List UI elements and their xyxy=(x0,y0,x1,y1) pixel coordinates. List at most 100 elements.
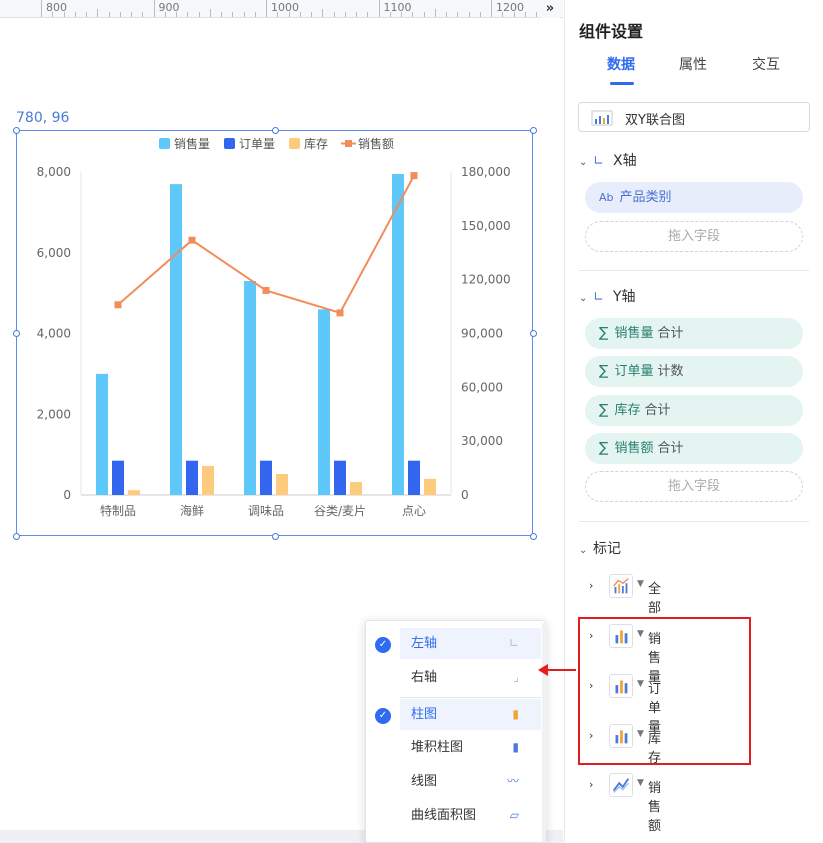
resize-handle-br[interactable] xyxy=(530,533,537,540)
ruler-tick xyxy=(97,9,99,17)
chart-type-selector[interactable]: 双Y联合图 xyxy=(578,102,810,132)
dropdown-caret-icon[interactable]: ▼ xyxy=(637,778,644,788)
legend-label: 销售额 xyxy=(358,136,394,151)
x-axis-field[interactable]: Ab 产品类别 xyxy=(585,182,803,213)
y-field-sales-volume[interactable]: ∑ 销售量 合计 xyxy=(585,318,803,349)
tab-interaction[interactable]: 交互 xyxy=(752,54,780,74)
menu-items: ✓ 左轴 ∟ 右轴 ⌟ ✓ 柱图 ▮ 堆积柱图 ▮ 线图 〰 曲线面积图 ▱ xyxy=(365,620,546,843)
y-field-sales-amount[interactable]: ∑ 销售额 合计 xyxy=(585,433,803,464)
y-right-tick-label: 30,000 xyxy=(461,434,503,448)
ruler-tick xyxy=(479,12,481,17)
menu-item-bar[interactable]: 柱图 ▮ xyxy=(400,699,541,730)
point-销售额 xyxy=(188,236,196,244)
chevron-down-icon: ⌄ xyxy=(579,157,588,168)
ruler-label: 800 xyxy=(46,1,67,14)
ruler-tick xyxy=(378,0,380,17)
resize-handle-bl[interactable] xyxy=(13,533,20,540)
y-right-tick-label: 180,000 xyxy=(461,165,511,179)
position-readout: 780, 96 xyxy=(16,110,70,126)
x-tick-label: 谷类/麦片 xyxy=(314,504,366,518)
y-right-tick-label: 90,000 xyxy=(461,327,503,341)
x-tick-label: 特制品 xyxy=(100,503,136,518)
ruler-tick xyxy=(536,12,537,17)
ruler-label: 1200 xyxy=(496,1,524,14)
field-agg: 合计 xyxy=(657,441,684,456)
field-name: 销售量 xyxy=(614,326,654,341)
resize-handle-r[interactable] xyxy=(530,330,537,337)
y-right-tick-label: 60,000 xyxy=(461,380,503,394)
bar-订单量 xyxy=(186,460,198,495)
menu-item-line[interactable]: 线图 〰 xyxy=(400,766,541,797)
ruler-tick xyxy=(119,12,121,17)
dropdown-caret-icon[interactable]: ▼ xyxy=(637,579,644,589)
bar-库存 xyxy=(350,482,362,495)
tab-data[interactable]: 数据 xyxy=(607,54,635,74)
x-axis-title: X轴 xyxy=(613,153,637,169)
marks-title: 标记 xyxy=(593,541,621,557)
sum-icon: ∑ xyxy=(599,440,609,456)
menu-item-left-axis[interactable]: 左轴 ∟ xyxy=(400,628,541,659)
horizontal-ruler: 800 900 1000 1100 1200 xyxy=(0,0,563,18)
red-arrow-icon xyxy=(538,664,576,676)
menu-item-curve-area[interactable]: 曲线面积图 ▱ xyxy=(400,800,541,831)
resize-handle-l[interactable] xyxy=(13,330,20,337)
highlight-box xyxy=(578,617,751,765)
chart-component[interactable]: 0 2,000 4,000 6,000 8,000 0 30,000 60,000 90,000… xyxy=(16,130,533,536)
ruler-tick xyxy=(468,12,470,17)
x-axis-dropzone[interactable]: 拖入字段 xyxy=(585,221,803,252)
bar-库存 xyxy=(276,474,288,495)
x-axis-section[interactable]: ⌄ ∟ X轴 xyxy=(579,150,637,170)
field-name: 销售额 xyxy=(614,441,654,456)
ruler-tick xyxy=(299,12,301,17)
y-right-tick-label: 150,000 xyxy=(461,219,511,233)
bar-订单量 xyxy=(260,460,272,495)
bar-销售量 xyxy=(244,281,256,495)
ruler-tick xyxy=(153,0,155,17)
legend-label: 销售量 xyxy=(174,136,210,151)
y-left-tick-label: 6,000 xyxy=(37,246,71,260)
menu-item-right-axis[interactable]: 右轴 ⌟ xyxy=(400,662,541,693)
menu-label: 曲线面积图 xyxy=(411,808,477,823)
legend-swatch xyxy=(345,140,352,147)
menu-item-stacked-bar[interactable]: 堆积柱图 ▮ xyxy=(400,732,541,763)
bar-销售量 xyxy=(170,184,182,496)
ruler-tick xyxy=(86,12,87,17)
divider xyxy=(579,521,809,522)
marks-section[interactable]: ⌄ 标记 xyxy=(579,538,621,558)
bar-销售量 xyxy=(392,174,404,496)
sum-icon: ∑ xyxy=(599,363,609,379)
y-field-stock[interactable]: ∑ 库存 合计 xyxy=(585,395,803,426)
y-axis-section[interactable]: ⌄ ∟ Y轴 xyxy=(579,286,636,306)
ruler-tick xyxy=(457,12,459,17)
y-axis-dropzone[interactable]: 拖入字段 xyxy=(585,471,803,502)
field-agg: 计数 xyxy=(657,364,684,379)
ruler-tick xyxy=(367,12,369,17)
field-agg: 合计 xyxy=(644,403,671,418)
ruler-tick xyxy=(412,12,414,17)
point-销售额 xyxy=(262,286,270,294)
text-field-icon: Ab xyxy=(599,191,614,204)
legend-label: 订单量 xyxy=(239,137,275,151)
y-right-tick-label: 120,000 xyxy=(461,273,511,287)
mark-label: 全部 xyxy=(648,582,662,616)
resize-handle-tl[interactable] xyxy=(13,127,20,134)
mark-label: 销售额 xyxy=(648,781,662,834)
ruler-tick xyxy=(344,12,346,17)
stacked-bar-icon: ▮ xyxy=(512,740,519,754)
resize-handle-t[interactable] xyxy=(272,127,279,134)
y-field-orders[interactable]: ∑ 订单量 计数 xyxy=(585,356,803,387)
check-icon: ✓ xyxy=(375,637,391,653)
ruler-tick xyxy=(446,12,447,17)
expand-panel-icon[interactable]: » xyxy=(540,0,560,18)
resize-handle-tr[interactable] xyxy=(530,127,537,134)
ruler-tick xyxy=(74,12,76,17)
ruler-tick xyxy=(243,12,245,17)
line-chart-icon: 〰 xyxy=(506,774,519,788)
ruler-tick xyxy=(333,12,335,17)
ruler-tick xyxy=(142,12,144,17)
menu-label: 右轴 xyxy=(411,670,438,685)
tab-properties[interactable]: 属性 xyxy=(679,54,707,74)
ruler-tick xyxy=(266,0,267,17)
ruler-tick xyxy=(108,12,110,17)
resize-handle-b[interactable] xyxy=(272,533,279,540)
